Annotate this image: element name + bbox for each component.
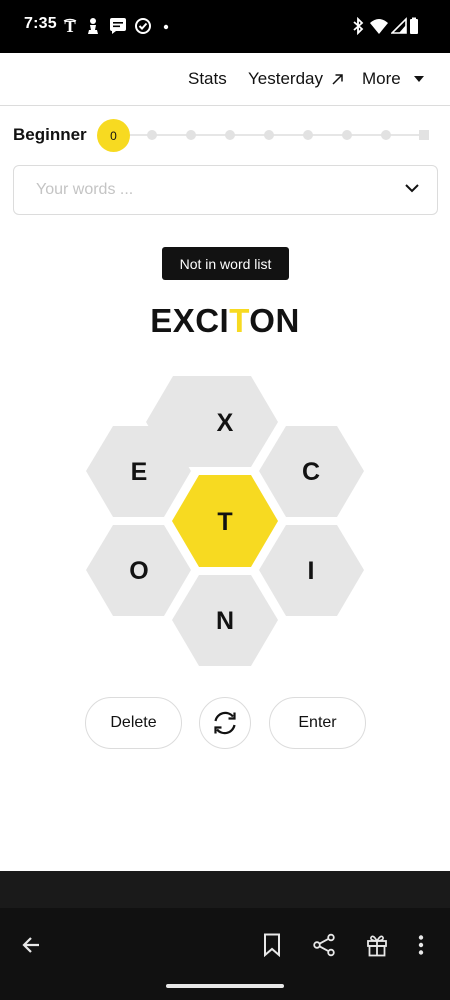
feedback-toast: Not in word list (162, 247, 289, 280)
hive-letter: I (308, 557, 315, 585)
progress-step (264, 130, 274, 140)
game-nav: Stats Yesterday More (0, 53, 450, 106)
found-words-dropdown[interactable]: Your words ... (13, 165, 438, 215)
progress-step (342, 130, 352, 140)
bookmark-icon[interactable] (257, 930, 287, 960)
chevron-down-icon (405, 184, 419, 193)
external-arrow-icon (332, 73, 343, 85)
check-circle-icon (134, 16, 152, 36)
shuffle-button[interactable] (199, 697, 251, 749)
nyt-logo-icon: T (62, 16, 78, 36)
score-badge[interactable]: 0 (97, 119, 130, 152)
word-letters-before: EXCI (150, 302, 230, 339)
chess-pawn-icon (87, 16, 99, 36)
shuffle-icon (214, 711, 236, 735)
stats-link[interactable]: Stats (188, 69, 227, 89)
hive-cell-bottom[interactable]: N (172, 575, 278, 666)
progress-step (147, 130, 157, 140)
battery-icon (409, 16, 419, 36)
progress-step (381, 130, 391, 140)
dot-icon (162, 16, 170, 36)
hive-letter: E (131, 458, 148, 486)
word-letters-after: ON (249, 302, 300, 339)
bluetooth-icon (351, 16, 365, 36)
yesterday-link[interactable]: Yesterday (248, 69, 343, 89)
page-bottom-strip (0, 871, 450, 908)
caret-down-icon (413, 76, 424, 82)
hive-cell-lower-left[interactable]: O (86, 525, 191, 616)
progress-step (303, 130, 313, 140)
enter-button[interactable]: Enter (269, 697, 366, 749)
hive-cell-lower-right[interactable]: I (259, 525, 364, 616)
letter-hive: X E C T O I N (86, 375, 364, 667)
hive-letter: T (217, 508, 232, 536)
more-label: More (362, 69, 401, 88)
share-icon[interactable] (309, 930, 339, 960)
hive-letter: C (302, 458, 320, 486)
found-words-placeholder: Your words ... (36, 181, 134, 198)
more-vertical-icon[interactable] (406, 930, 436, 960)
progress-step (225, 130, 235, 140)
enter-label: Enter (298, 714, 337, 731)
stats-label: Stats (188, 69, 227, 88)
status-time: 7:35 (24, 15, 57, 32)
hive-letter: X (217, 409, 234, 437)
gesture-home-bar[interactable] (166, 984, 284, 988)
hive-cell-upper-right[interactable]: C (259, 426, 364, 517)
wifi-icon (369, 16, 389, 36)
rank-label: Beginner (13, 125, 87, 144)
status-bar: 7:35 T (0, 0, 450, 53)
hive-letter: O (129, 557, 148, 585)
progress-final-step (419, 130, 429, 140)
message-icon (109, 16, 127, 36)
hive-cell-center[interactable]: T (172, 475, 278, 567)
delete-button[interactable]: Delete (85, 697, 182, 749)
delete-label: Delete (110, 714, 157, 731)
back-arrow-icon[interactable] (16, 930, 46, 960)
hive-letter: N (216, 607, 234, 635)
gift-icon[interactable] (362, 930, 392, 960)
signal-icon (391, 16, 407, 36)
yesterday-label: Yesterday (248, 69, 323, 88)
current-word: EXCITON (0, 302, 450, 340)
browser-toolbar (0, 908, 450, 1000)
word-center-letter: T (229, 302, 250, 339)
more-menu[interactable]: More (362, 69, 425, 89)
progress-step (186, 130, 196, 140)
